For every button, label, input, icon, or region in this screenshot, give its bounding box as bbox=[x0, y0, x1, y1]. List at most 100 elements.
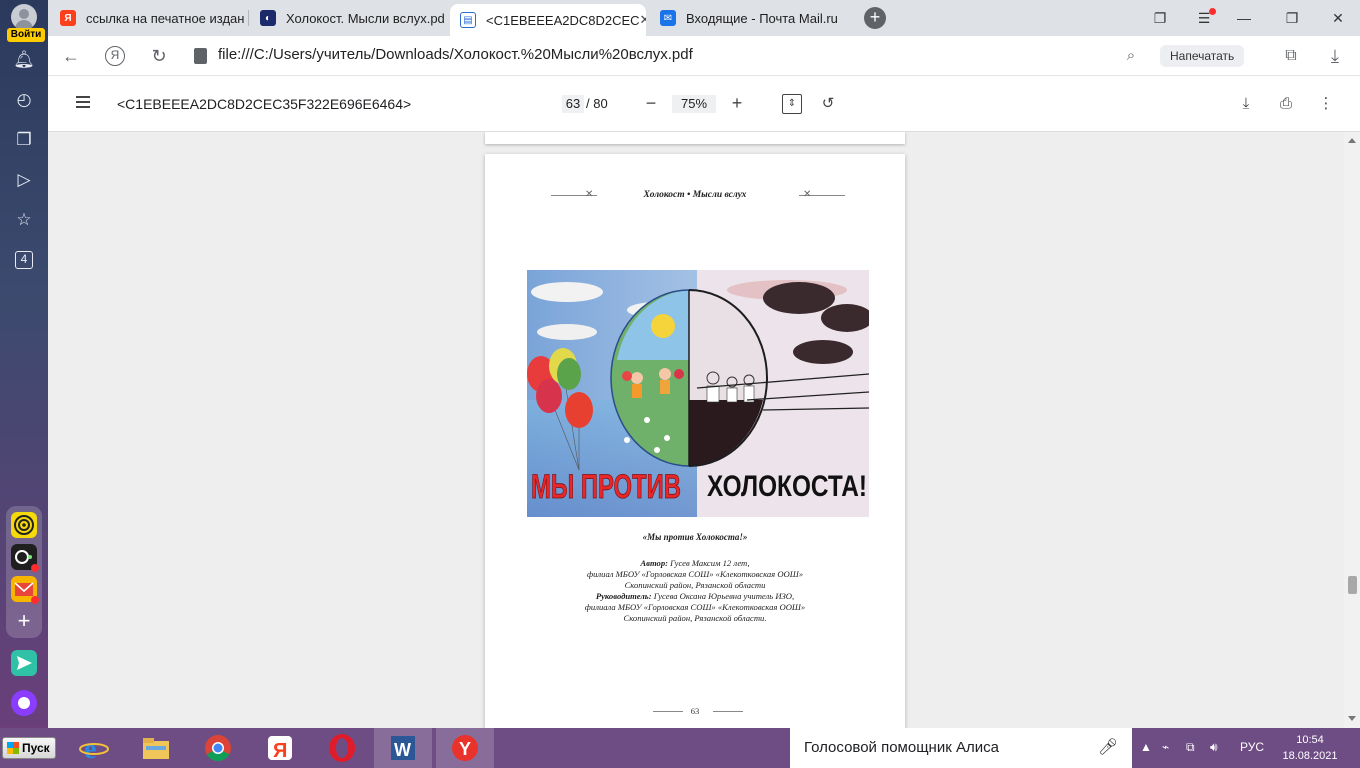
tab-label: ссылка на печатное издан bbox=[86, 10, 245, 26]
devices-icon[interactable]: ⧉ bbox=[1186, 740, 1195, 755]
login-label[interactable]: Войти bbox=[7, 28, 45, 42]
more-icon[interactable]: ⋮ bbox=[1316, 94, 1336, 114]
add-app-icon[interactable]: + bbox=[11, 608, 37, 634]
start-button[interactable]: Пуск bbox=[2, 737, 56, 759]
clock-time: 10:54 bbox=[1296, 734, 1324, 746]
address-bar: ← Я ↻ file:///C:/Users/учитель/Downloads… bbox=[48, 36, 1360, 76]
opera-icon[interactable] bbox=[326, 732, 358, 764]
volume-icon[interactable]: 🔊︎ bbox=[1210, 740, 1218, 755]
drawing-title: «Мы против Холокоста!» bbox=[642, 532, 748, 542]
zoom-in-icon[interactable]: + bbox=[726, 92, 748, 114]
zoom-input[interactable]: 75% bbox=[672, 95, 716, 113]
yandex-browser-icon[interactable]: Я bbox=[264, 732, 296, 764]
author-text: Гусев Максим 12 лет, bbox=[670, 558, 750, 568]
language-indicator[interactable]: РУС bbox=[1240, 740, 1264, 754]
tab-active-pdf[interactable]: ▤ <C1EBEEEA2DC8D2CEC ✕ bbox=[450, 4, 646, 36]
barbed-wire-knot: ✕ bbox=[803, 189, 812, 200]
search-icon[interactable]: ⌕ bbox=[1120, 45, 1142, 67]
supervisor-line: Скопинский район, Рязанской области. bbox=[623, 613, 767, 623]
svg-text:W: W bbox=[394, 740, 411, 760]
taskbar: Пуск e Я W Y Голосовой помощник Алиса 🎤︎… bbox=[0, 728, 1360, 768]
document-viewport[interactable]: ✕ Холокост • Мысли вслух ✕ МЫ ПРОТИВ ХОЛ… bbox=[48, 132, 1344, 728]
mail-icon: ✉ bbox=[660, 10, 676, 26]
alice-search-box[interactable]: Голосовой помощник Алиса 🎤︎ bbox=[790, 728, 1132, 768]
zoom-out-icon[interactable]: − bbox=[640, 92, 662, 114]
tab-holocaust-pdf[interactable]: ◐ Холокост. Мысли вслух.pd bbox=[250, 4, 446, 32]
tab-label: <C1EBEEEA2DC8D2CEC bbox=[486, 12, 640, 28]
tab-label: Входящие - Почта Mail.ru bbox=[686, 10, 838, 26]
tab-count-button[interactable]: 4 bbox=[15, 251, 33, 269]
tab-yandex-search[interactable]: Я ссылка на печатное издан bbox=[50, 4, 246, 32]
previous-page bbox=[485, 132, 905, 144]
account-button[interactable]: Войти bbox=[4, 4, 45, 42]
collections-icon[interactable]: ❐ bbox=[12, 128, 36, 152]
page-number: 63 bbox=[690, 706, 700, 716]
clock[interactable]: 10:54 18.08.2021 bbox=[1280, 732, 1340, 764]
chrome-icon[interactable] bbox=[202, 732, 234, 764]
drawing-text-left: МЫ ПРОТИВ bbox=[531, 468, 681, 506]
explorer-icon[interactable] bbox=[140, 732, 172, 764]
star-icon[interactable]: ☆ bbox=[12, 208, 36, 232]
yandex-icon: Я bbox=[60, 10, 76, 26]
author-line: Скопинский район, Рязанской области bbox=[624, 580, 766, 590]
tab-mail[interactable]: ✉ Входящие - Почта Mail.ru bbox=[650, 4, 846, 32]
supervisor-text: Гусева Оксана Юрьевна учитель ИЗО, bbox=[653, 591, 795, 601]
author-label: Автор: bbox=[640, 558, 668, 568]
print-button[interactable]: Напечатать bbox=[1160, 45, 1245, 67]
music-app-icon[interactable] bbox=[11, 544, 39, 572]
reload-icon[interactable]: ↻ bbox=[148, 45, 170, 67]
page-number-input[interactable]: 63 bbox=[562, 95, 584, 113]
windows-flag-icon bbox=[7, 742, 19, 754]
vertical-scrollbar[interactable] bbox=[1344, 132, 1360, 728]
alice-app-icon[interactable] bbox=[11, 690, 37, 716]
yandex-logo-icon[interactable]: Я bbox=[105, 46, 125, 66]
ie-icon[interactable]: e bbox=[78, 732, 110, 765]
new-tab-button[interactable]: + bbox=[864, 7, 886, 29]
download-icon[interactable]: ⤓ bbox=[1236, 94, 1256, 114]
svg-text:e: e bbox=[84, 734, 96, 764]
pdf-toolbar: <C1EBEEEA2DC8D2CEC35F322E696E6464> 63 / … bbox=[48, 76, 1360, 132]
close-icon[interactable]: ✕ bbox=[640, 12, 646, 28]
yandex-app-icon[interactable]: Y bbox=[449, 732, 481, 764]
drawing-text-right: ХОЛОКОСТА! bbox=[707, 470, 867, 503]
url-field[interactable]: file:///C:/Users/учитель/Downloads/Холок… bbox=[218, 46, 693, 63]
globe-icon: ◐ bbox=[260, 10, 276, 26]
history-icon[interactable]: ◴ bbox=[12, 88, 36, 112]
page-total: / 80 bbox=[586, 96, 608, 111]
pdf-page: ✕ Холокост • Мысли вслух ✕ МЫ ПРОТИВ ХОЛ… bbox=[485, 154, 905, 728]
mail-app-icon[interactable] bbox=[11, 576, 39, 604]
avatar bbox=[11, 4, 37, 30]
scroll-thumb[interactable] bbox=[1348, 576, 1357, 594]
fit-page-icon[interactable]: ⇕ bbox=[782, 94, 802, 114]
restore-icon[interactable]: ❐ bbox=[1282, 8, 1302, 28]
minimize-icon[interactable]: — bbox=[1234, 8, 1254, 28]
pdf-title: <C1EBEEEA2DC8D2CEC35F322E696E6464> bbox=[117, 96, 412, 112]
menu-icon[interactable]: ☰ bbox=[1194, 8, 1216, 28]
word-icon[interactable]: W bbox=[387, 732, 419, 764]
file-icon bbox=[194, 48, 207, 64]
radio-app-icon[interactable] bbox=[11, 512, 37, 538]
play-icon[interactable]: ▷ bbox=[12, 168, 36, 192]
network-icon[interactable]: ⌁ bbox=[1162, 740, 1169, 754]
supervisor-label: Руководитель: bbox=[595, 591, 652, 601]
supervisor-line: филиала МБОУ «Горловская СОШ» «Клекотков… bbox=[584, 602, 806, 612]
bell-icon[interactable]: 🔔︎ bbox=[12, 48, 36, 72]
tray-expand-icon[interactable]: ▲ bbox=[1140, 740, 1152, 754]
menu-icon[interactable] bbox=[76, 96, 90, 108]
share-icon[interactable]: ⧉ bbox=[1280, 45, 1302, 67]
download-icon[interactable]: ⤓ bbox=[1324, 45, 1346, 67]
close-window-icon[interactable]: ✕ bbox=[1328, 8, 1348, 28]
microphone-off-icon[interactable]: 🎤︎ bbox=[1096, 736, 1120, 760]
print-icon[interactable]: ⎙ bbox=[1276, 94, 1296, 114]
rotate-icon[interactable]: ↺ bbox=[818, 94, 838, 114]
author-line: филиал МБОУ «Горловская СОШ» «Клекотковс… bbox=[587, 569, 803, 579]
scroll-down-icon[interactable] bbox=[1348, 716, 1356, 721]
children-drawing-image: МЫ ПРОТИВ ХОЛОКОСТА! bbox=[527, 270, 869, 517]
svg-text:Y: Y bbox=[459, 739, 471, 759]
bookmarks-icon[interactable]: ❐ bbox=[1150, 8, 1170, 28]
scroll-up-icon[interactable] bbox=[1348, 138, 1356, 143]
messenger-app-icon[interactable] bbox=[11, 650, 37, 676]
barbed-wire-right bbox=[713, 711, 743, 712]
back-icon[interactable]: ← bbox=[60, 45, 82, 67]
alice-label: Голосовой помощник Алиса bbox=[804, 739, 999, 756]
